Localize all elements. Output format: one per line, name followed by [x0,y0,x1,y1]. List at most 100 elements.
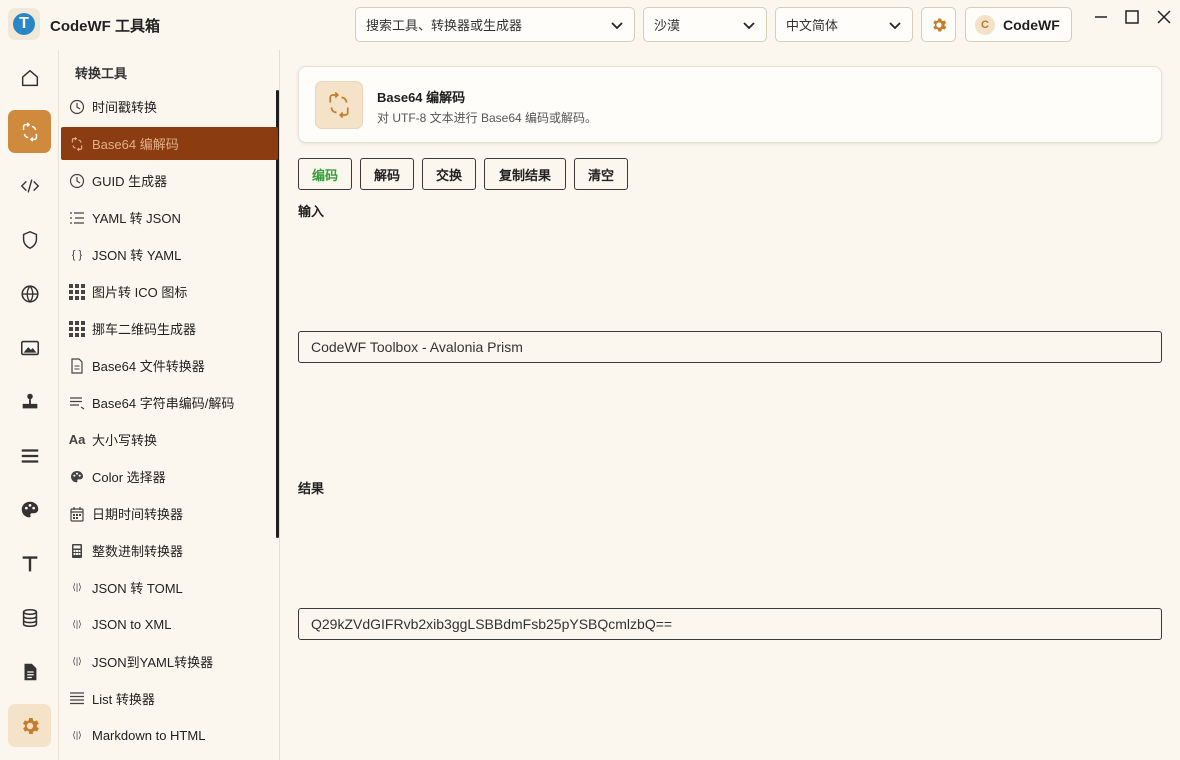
image-icon [20,340,39,355]
rail-settings[interactable] [8,704,51,747]
rail-text[interactable] [8,542,51,585]
copy-result-button[interactable]: 复制结果 [484,158,566,190]
nav-item-int-base[interactable]: 整数进制转换器 [61,534,278,567]
nav-item-datetime[interactable]: 日期时间转换器 [61,497,278,530]
rail-database[interactable] [8,596,51,639]
rail-convert[interactable] [8,110,51,153]
palette-icon [21,501,38,517]
maximize-button[interactable] [1119,4,1145,30]
clock-icon [68,98,86,116]
close-button[interactable] [1151,4,1177,30]
nav-item-label: 挪车二维码生成器 [92,322,197,337]
minimize-button[interactable] [1088,4,1114,30]
code-icon [20,178,39,193]
nav-item-timestamp[interactable]: 时间戳转换 [61,90,278,123]
arrow-convert-icon: ⟨|⟩ [72,730,82,740]
nav-item-yaml-to-json[interactable]: YAML 转 JSON [61,201,278,234]
nav-item-list-converter[interactable]: List 转换器 [61,682,278,715]
nav-item-label: YAML 转 JSON [92,211,181,226]
user-button[interactable]: C CodeWF [965,7,1072,42]
settings-icon [22,717,39,734]
nav-item-base64-file[interactable]: Base64 文件转换器 [61,349,278,382]
nav-item-label: 大小写转换 [92,433,158,448]
case-icon: Aa [68,432,86,447]
minimize-icon [1095,16,1107,18]
avatar: C [975,14,995,35]
input-label: 输入 [298,204,325,219]
nav-item-label: Base64 文件转换器 [92,359,205,374]
nav-item-image-to-ico[interactable]: 图片转 ICO 图标 [61,275,278,308]
nav-item-label: GUID 生成器 [92,174,168,189]
language-combobox[interactable]: 中文简体 [775,7,913,42]
nav-item-color-picker[interactable]: Color 选择器 [61,460,278,493]
arrow-convert-icon: ⟨|⟩ [72,619,82,629]
rail-palette[interactable] [8,488,51,531]
search-placeholder: 搜索工具、转换器或生成器 [366,18,523,33]
nav-item-json-to-yaml-converter[interactable]: ⟨|⟩ JSON到YAML转换器 [61,645,278,678]
home-icon [21,69,38,86]
app-title: CodeWF 工具箱 [50,18,160,35]
close-icon [1157,10,1171,24]
theme-value: 沙漠 [654,18,681,33]
arrow-convert-icon: ⟨|⟩ [72,582,82,592]
search-combobox[interactable]: 搜索工具、转换器或生成器 [355,7,635,42]
rail-game[interactable] [8,380,51,423]
decode-button[interactable]: 解码 [360,158,414,190]
convert-icon [68,135,86,153]
result-textbox[interactable]: Q29kZVdGIFRvb2xib3ggLSBBdmFsb25pYSBQcmlz… [298,608,1162,640]
app-logo: T [8,8,40,40]
rail-home[interactable] [8,56,51,99]
nav-item-base64[interactable]: Base64 编解码 [61,127,278,160]
nav-item-json-to-xml[interactable]: ⟨|⟩ JSON to XML [61,608,278,641]
arrow-convert-icon: ⟨|⟩ [72,656,82,666]
nav-item-json-to-yaml[interactable]: { } JSON 转 YAML [61,238,278,271]
nav-item-label: Markdown to HTML [92,728,206,743]
encode-button[interactable]: 编码 [298,158,352,190]
maximize-icon [1125,10,1139,24]
rail-list[interactable] [8,434,51,477]
input-textbox[interactable]: CodeWF Toolbox - Avalonia Prism [298,331,1162,363]
rail-network[interactable] [8,272,51,315]
tool-nav-panel: 转换工具 时间戳转换 Base64 编解码 GUID 生成器 YAML 转 JS… [58,50,280,760]
calendar-icon [68,505,86,523]
nav-item-guid[interactable]: GUID 生成器 [61,164,278,197]
nav-item-label: Base64 编解码 [92,137,179,152]
nav-item-qr-generator[interactable]: 挪车二维码生成器 [61,312,278,345]
nav-item-label: JSON 转 YAML [92,248,182,263]
title-bar: T CodeWF 工具箱 搜索工具、转换器或生成器 沙漠 中文简体 C Code… [0,0,1180,50]
nav-item-markdown-to-html[interactable]: ⟨|⟩ Markdown to HTML [61,719,278,752]
gear-icon [932,17,946,32]
nav-item-label: Base64 字符串编码/解码 [92,396,235,411]
theme-combobox[interactable]: 沙漠 [643,7,767,42]
text-icon [22,555,37,571]
app-logo-letter: T [13,13,35,35]
icon-rail [0,50,58,760]
grid-icon [68,283,86,301]
rail-code[interactable] [8,164,51,207]
nav-item-label: JSON to XML [92,617,172,632]
rail-image[interactable] [8,326,51,369]
nav-item-label: 日期时间转换器 [92,507,184,522]
clear-button[interactable]: 清空 [574,158,628,190]
nav-item-label: Color 选择器 [92,470,166,485]
nav-item-json-to-toml[interactable]: ⟨|⟩ JSON 转 TOML [61,571,278,604]
convert-icon [22,121,37,142]
tool-header-card: Base64 编解码 对 UTF-8 文本进行 Base64 编码或解码。 [298,66,1162,143]
nav-item-case-convert[interactable]: Aa 大小写转换 [61,423,278,456]
user-name: CodeWF [1003,16,1060,33]
rail-document[interactable] [8,650,51,693]
clock-icon [68,172,86,190]
chevron-down-icon [611,21,623,29]
nav-item-label: List 转换器 [92,692,155,707]
list-icon [68,690,86,708]
shield-icon [22,230,37,249]
database-icon [22,608,37,627]
nav-item-base64-string[interactable]: Base64 字符串编码/解码 [61,386,278,419]
document-icon [24,663,36,680]
tool-description: 对 UTF-8 文本进行 Base64 编码或解码。 [377,111,598,125]
nav-item-label: 整数进制转换器 [92,544,184,559]
settings-button[interactable] [921,7,956,42]
joystick-icon [22,393,37,408]
rail-security[interactable] [8,218,51,261]
swap-button[interactable]: 交换 [422,158,476,190]
